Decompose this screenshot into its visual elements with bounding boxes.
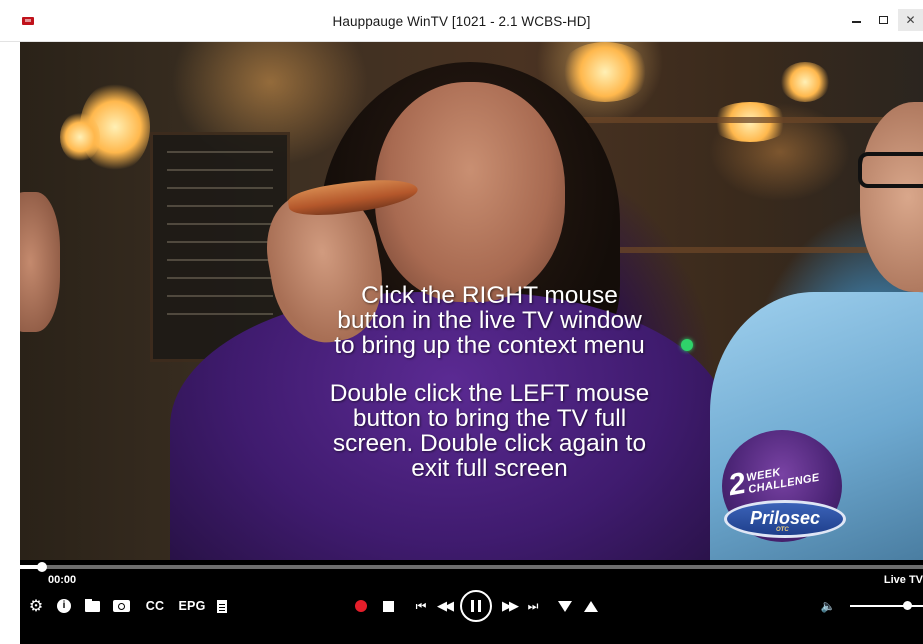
- title-bar: Hauppauge WinTV [1021 - 2.1 WCBS-HD] ✕: [0, 0, 923, 42]
- hint-line: to bring up the context menu: [334, 332, 645, 359]
- channel-up-icon: [584, 600, 598, 612]
- live-tv-label: Live TV: [883, 574, 923, 586]
- volume-icon[interactable]: 🔈: [820, 597, 836, 615]
- bar-lamp: [560, 42, 650, 102]
- stop-button[interactable]: [380, 597, 396, 615]
- snapshot-button[interactable]: [111, 597, 131, 615]
- camera-icon: [112, 600, 130, 612]
- record-icon: [355, 600, 367, 612]
- seek-handle[interactable]: [36, 562, 47, 572]
- pause-icon: [460, 590, 492, 622]
- bar-lamp: [780, 62, 830, 102]
- maximize-button[interactable]: [870, 9, 896, 31]
- minimize-button[interactable]: [843, 9, 869, 31]
- window-title: Hauppauge WinTV [1021 - 2.1 WCBS-HD]: [332, 14, 591, 29]
- channel-down-button[interactable]: [557, 597, 573, 615]
- channel-up-button[interactable]: [583, 597, 599, 615]
- status-indicator-dot: [681, 339, 693, 351]
- gear-icon[interactable]: ⚙: [28, 597, 44, 615]
- brand-otc: OTC: [776, 527, 789, 533]
- info-button[interactable]: i: [56, 597, 72, 615]
- close-button[interactable]: ✕: [898, 9, 923, 31]
- info-icon: i: [57, 599, 71, 613]
- ad-badge: 2 WEEK CHALLENGE Prilosec OTC: [720, 422, 850, 552]
- seek-bar[interactable]: [20, 562, 923, 572]
- maximize-icon: [878, 16, 888, 24]
- closed-caption-button[interactable]: CC: [142, 597, 168, 615]
- bar-shelf: [580, 117, 910, 123]
- rewind-icon[interactable]: ◀◀: [432, 597, 456, 615]
- right-click-hint: Click the RIGHT mouse button in the live…: [38, 283, 923, 358]
- bar-lamp: [60, 112, 100, 162]
- elapsed-time: 00:00: [48, 574, 77, 586]
- channel-down-icon: [558, 600, 572, 612]
- epg-button[interactable]: EPG: [176, 597, 208, 615]
- pause-button[interactable]: [460, 590, 492, 622]
- fast-forward-icon[interactable]: ▶▶: [497, 597, 521, 615]
- person-face: [860, 102, 923, 292]
- schedule-button[interactable]: [215, 597, 229, 615]
- document-icon: [217, 599, 227, 613]
- volume-handle[interactable]: [902, 601, 912, 610]
- folder-button[interactable]: [83, 597, 101, 615]
- minimize-icon: [851, 21, 861, 23]
- volume-slider[interactable]: [850, 601, 923, 610]
- bar-shelf: [580, 247, 910, 253]
- hint-line: Double click the LEFT mouse: [329, 380, 650, 407]
- folder-icon: [84, 598, 100, 612]
- skip-forward-icon[interactable]: ⏭: [525, 597, 541, 615]
- hint-line: Click the RIGHT mouse: [361, 282, 618, 309]
- stop-icon: [382, 600, 394, 612]
- live-tv-video[interactable]: Click the RIGHT mouse button in the live…: [20, 42, 923, 560]
- control-bar: 00:00 Live TV ⚙ i CC EPG ⏮ ◀◀ ▶▶ ⏭ 🔈: [20, 560, 923, 644]
- hint-line: button in the live TV window: [337, 307, 642, 334]
- skip-back-icon[interactable]: ⏮: [413, 597, 429, 615]
- person-glasses: [858, 152, 923, 188]
- record-button[interactable]: [353, 597, 369, 615]
